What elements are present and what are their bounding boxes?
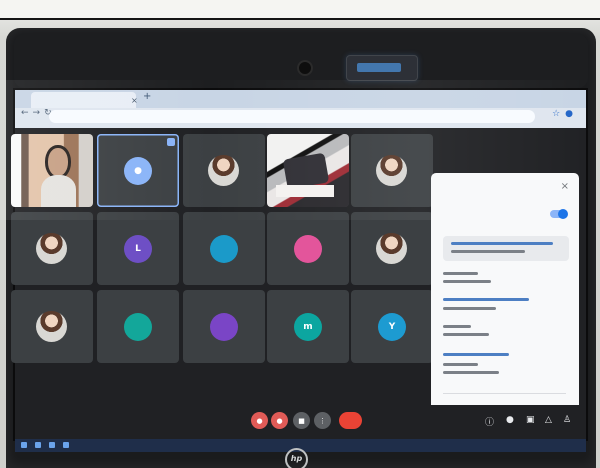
chat-setting-row[interactable] <box>443 208 568 222</box>
participant-tile[interactable] <box>11 290 93 363</box>
person-icon: ● <box>124 156 152 185</box>
participant-tile[interactable] <box>183 212 265 285</box>
participant-tile[interactable] <box>183 290 265 363</box>
participant-avatar <box>36 232 67 264</box>
top-caption-text <box>0 0 600 18</box>
shared-screen-preview <box>267 134 349 207</box>
participant-avatar: m <box>294 312 322 341</box>
participant-tile[interactable]: Y <box>351 290 433 363</box>
camera-icon <box>297 60 313 76</box>
participant-avatar <box>210 312 238 341</box>
participant-tile[interactable] <box>267 212 349 285</box>
participant-tile[interactable]: L <box>97 212 179 285</box>
browser-tab-strip: × + <box>15 90 586 108</box>
chat-icon[interactable]: ▣ <box>526 415 535 425</box>
webcam-cover <box>346 55 418 81</box>
participant-tile[interactable] <box>11 134 93 207</box>
browser-icon[interactable] <box>63 442 69 448</box>
participant-avatar: L <box>124 234 152 263</box>
lock-icon[interactable]: ♙ <box>563 415 571 425</box>
participant-avatar <box>124 312 152 341</box>
pinned-message <box>443 236 569 261</box>
laptop-photo: × + ←→↻ ☆● ● L m Y × ● ● ■ ⋮ ⓘ ● ▣ △ ♙ h… <box>0 0 600 468</box>
browser-tab[interactable]: × <box>31 92 138 108</box>
participant-avatar <box>210 234 238 263</box>
participant-tile[interactable] <box>351 134 433 207</box>
meeting-control-bar: ● ● ■ ⋮ ⓘ ● ▣ △ ♙ <box>15 405 586 439</box>
camera-toggle-icon[interactable]: ● <box>271 412 288 429</box>
participant-tile[interactable]: ● <box>97 134 179 207</box>
start-icon[interactable] <box>21 442 27 448</box>
toggle-switch[interactable] <box>550 209 568 219</box>
chat-side-panel: × <box>431 173 579 417</box>
activities-icon[interactable]: △ <box>545 415 552 425</box>
screen-share-tile[interactable] <box>267 134 349 207</box>
microphone-icon[interactable]: ● <box>251 412 268 429</box>
close-icon[interactable]: × <box>561 181 569 192</box>
participant-photo <box>11 134 93 207</box>
participant-tile[interactable]: m <box>267 290 349 363</box>
participant-avatar <box>294 234 322 263</box>
browser-extension-icons[interactable]: ☆● <box>552 109 578 119</box>
participant-avatar <box>376 154 407 186</box>
top-caption-strip <box>0 0 600 20</box>
close-icon[interactable]: × <box>131 93 138 108</box>
participant-avatar <box>376 232 407 264</box>
participant-tile[interactable] <box>351 212 433 285</box>
address-bar[interactable] <box>49 110 535 123</box>
participant-tile[interactable] <box>183 134 265 207</box>
video-call-area: ● L m Y × ● ● ■ ⋮ ⓘ ● ▣ △ ♙ <box>11 128 586 452</box>
participant-tile[interactable] <box>11 212 93 285</box>
taskview-icon[interactable] <box>49 442 55 448</box>
end-call-button[interactable] <box>339 412 362 429</box>
people-icon[interactable]: ● <box>506 415 514 425</box>
new-tab-icon[interactable]: + <box>143 91 151 102</box>
captions-icon[interactable]: ■ <box>293 412 310 429</box>
participant-tile[interactable] <box>97 290 179 363</box>
info-icon[interactable]: ⓘ <box>485 415 494 428</box>
browser-window-bar: × + ←→↻ ☆● <box>15 90 586 128</box>
search-icon[interactable] <box>35 442 41 448</box>
hp-logo: hp <box>285 448 308 468</box>
participant-avatar <box>36 310 67 342</box>
more-options-icon[interactable]: ⋮ <box>314 412 331 429</box>
participant-avatar <box>208 154 239 186</box>
participant-avatar: Y <box>378 312 406 341</box>
laptop-screen: × + ←→↻ ☆● ● L m Y × ● ● ■ ⋮ ⓘ ● ▣ △ ♙ <box>11 88 588 452</box>
